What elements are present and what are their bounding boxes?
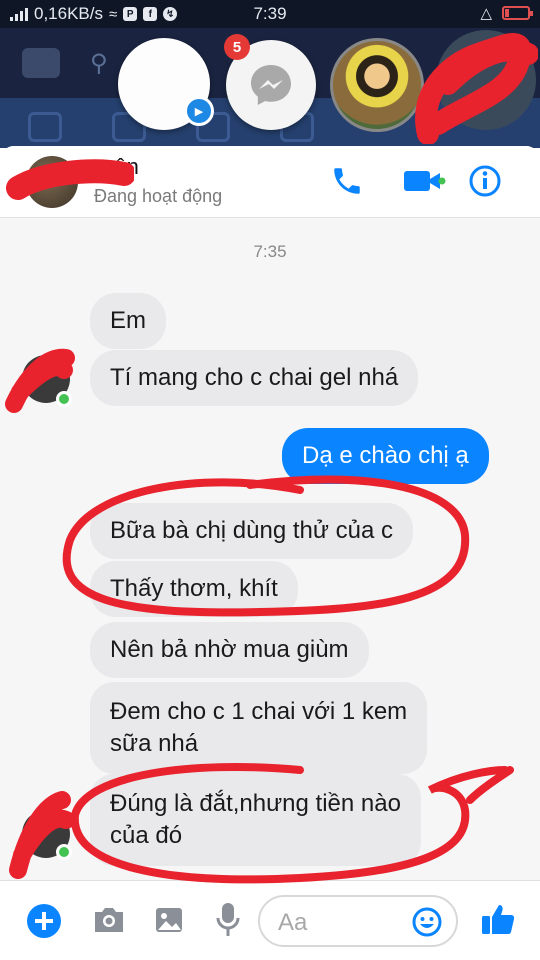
message-bubble[interactable]: Tí mang cho c chai gel nhá (90, 350, 419, 406)
sent-message-bubble[interactable]: Dạ e chào chị ạ (282, 428, 489, 484)
camera-icon (22, 48, 60, 78)
messenger-icon: ↯ (163, 7, 178, 21)
signal-icon (10, 7, 28, 21)
facebook-icon: f (143, 7, 158, 21)
add-icon[interactable] (26, 903, 62, 939)
mute-icon: △ (480, 5, 492, 22)
camera-icon[interactable] (92, 905, 126, 935)
phone-icon[interactable] (330, 164, 364, 198)
online-indicator (56, 844, 72, 860)
search-icon: ⚲ (90, 49, 108, 77)
name-redaction (6, 159, 134, 200)
gallery-icon[interactable] (154, 905, 184, 935)
message-input[interactable]: Aa (258, 895, 458, 947)
battery-icon (502, 6, 533, 20)
news-feed-icon (28, 112, 62, 142)
messenger-icon (251, 65, 291, 105)
unread-badge: 5 (224, 34, 250, 60)
message-bubble[interactable]: Đem cho c 1 chai với 1 kem sữa nhá (90, 682, 428, 774)
message-bubble[interactable]: Bữa bà chị dùng thử của c (90, 503, 413, 559)
chat-head-blank[interactable]: ▶ (118, 38, 214, 130)
chat-head-messenger[interactable]: 5 (224, 34, 316, 130)
message-bubble[interactable]: Thấy thơm, khít (90, 561, 298, 617)
play-icon: ▶ (184, 96, 214, 126)
wifi-icon: ≈ (109, 5, 118, 23)
microphone-icon[interactable] (216, 901, 240, 939)
message-input-placeholder: Aa (278, 909, 308, 936)
emoji-icon[interactable] (412, 907, 442, 937)
conversation-header: ...ên Đang hoạt động (0, 146, 540, 218)
network-speed: 0,16KB/s (34, 4, 103, 23)
video-call-icon[interactable] (402, 168, 446, 196)
message-bubble[interactable]: Nên bả nhờ mua giùm (90, 622, 369, 678)
message-bubble[interactable]: Em (90, 293, 166, 349)
message-bubble[interactable]: Đúng là đắt,nhưng tiền nào của đó (90, 774, 421, 866)
online-indicator (56, 391, 72, 407)
message-timestamp: 7:35 (253, 242, 287, 261)
app-icon: P (123, 7, 138, 21)
message-composer: Aa (0, 880, 540, 960)
redaction-scribble (415, 33, 538, 144)
thumbs-up-icon[interactable] (480, 901, 516, 937)
info-icon[interactable] (468, 164, 502, 198)
